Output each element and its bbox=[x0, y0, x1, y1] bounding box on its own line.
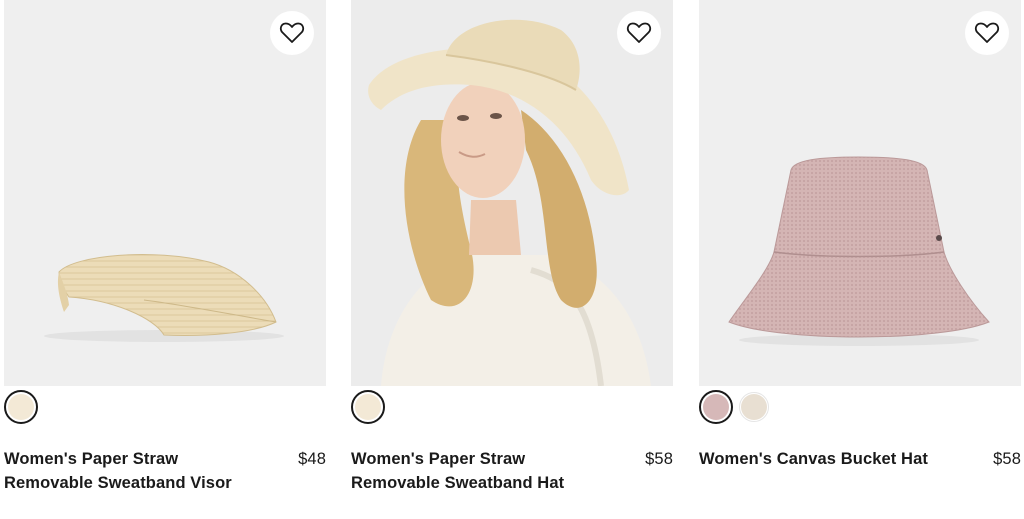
favorite-button[interactable] bbox=[965, 11, 1009, 55]
favorite-button[interactable] bbox=[270, 11, 314, 55]
product-price: $48 bbox=[298, 450, 326, 468]
straw-visor-illustration bbox=[44, 254, 284, 342]
product-price: $58 bbox=[645, 450, 673, 468]
swatch-color bbox=[355, 394, 381, 420]
product-price: $58 bbox=[993, 450, 1021, 468]
color-swatches bbox=[699, 390, 769, 428]
color-swatch-option[interactable] bbox=[739, 392, 769, 422]
heart-outline-icon bbox=[974, 22, 1000, 43]
bucket-hat-illustration bbox=[728, 156, 990, 346]
product-image-bucket-hat[interactable] bbox=[699, 0, 1021, 386]
color-swatch-selected[interactable] bbox=[4, 390, 38, 424]
model-straw-hat-illustration bbox=[351, 0, 673, 386]
product-card-straw-hat[interactable]: Women's Paper Straw Removable Sweatband … bbox=[351, 0, 673, 519]
swatch-color bbox=[8, 394, 34, 420]
swatch-color bbox=[703, 394, 729, 420]
color-swatches bbox=[4, 390, 38, 428]
product-title[interactable]: Women's Canvas Bucket Hat bbox=[699, 447, 961, 471]
product-card-visor[interactable]: Women's Paper Straw Removable Sweatband … bbox=[4, 0, 326, 519]
product-title[interactable]: Women's Paper Straw Removable Sweatband … bbox=[351, 447, 613, 495]
color-swatch-selected[interactable] bbox=[699, 390, 733, 424]
product-image-visor[interactable] bbox=[4, 0, 326, 386]
product-title[interactable]: Women's Paper Straw Removable Sweatband … bbox=[4, 447, 266, 495]
product-card-bucket-hat[interactable]: Women's Canvas Bucket Hat $58 bbox=[699, 0, 1021, 519]
heart-outline-icon bbox=[626, 22, 652, 43]
product-image-straw-hat[interactable] bbox=[351, 0, 673, 386]
favorite-button[interactable] bbox=[617, 11, 661, 55]
swatch-color bbox=[741, 394, 767, 420]
color-swatch-selected[interactable] bbox=[351, 390, 385, 424]
heart-outline-icon bbox=[279, 22, 305, 43]
color-swatches bbox=[351, 390, 385, 428]
